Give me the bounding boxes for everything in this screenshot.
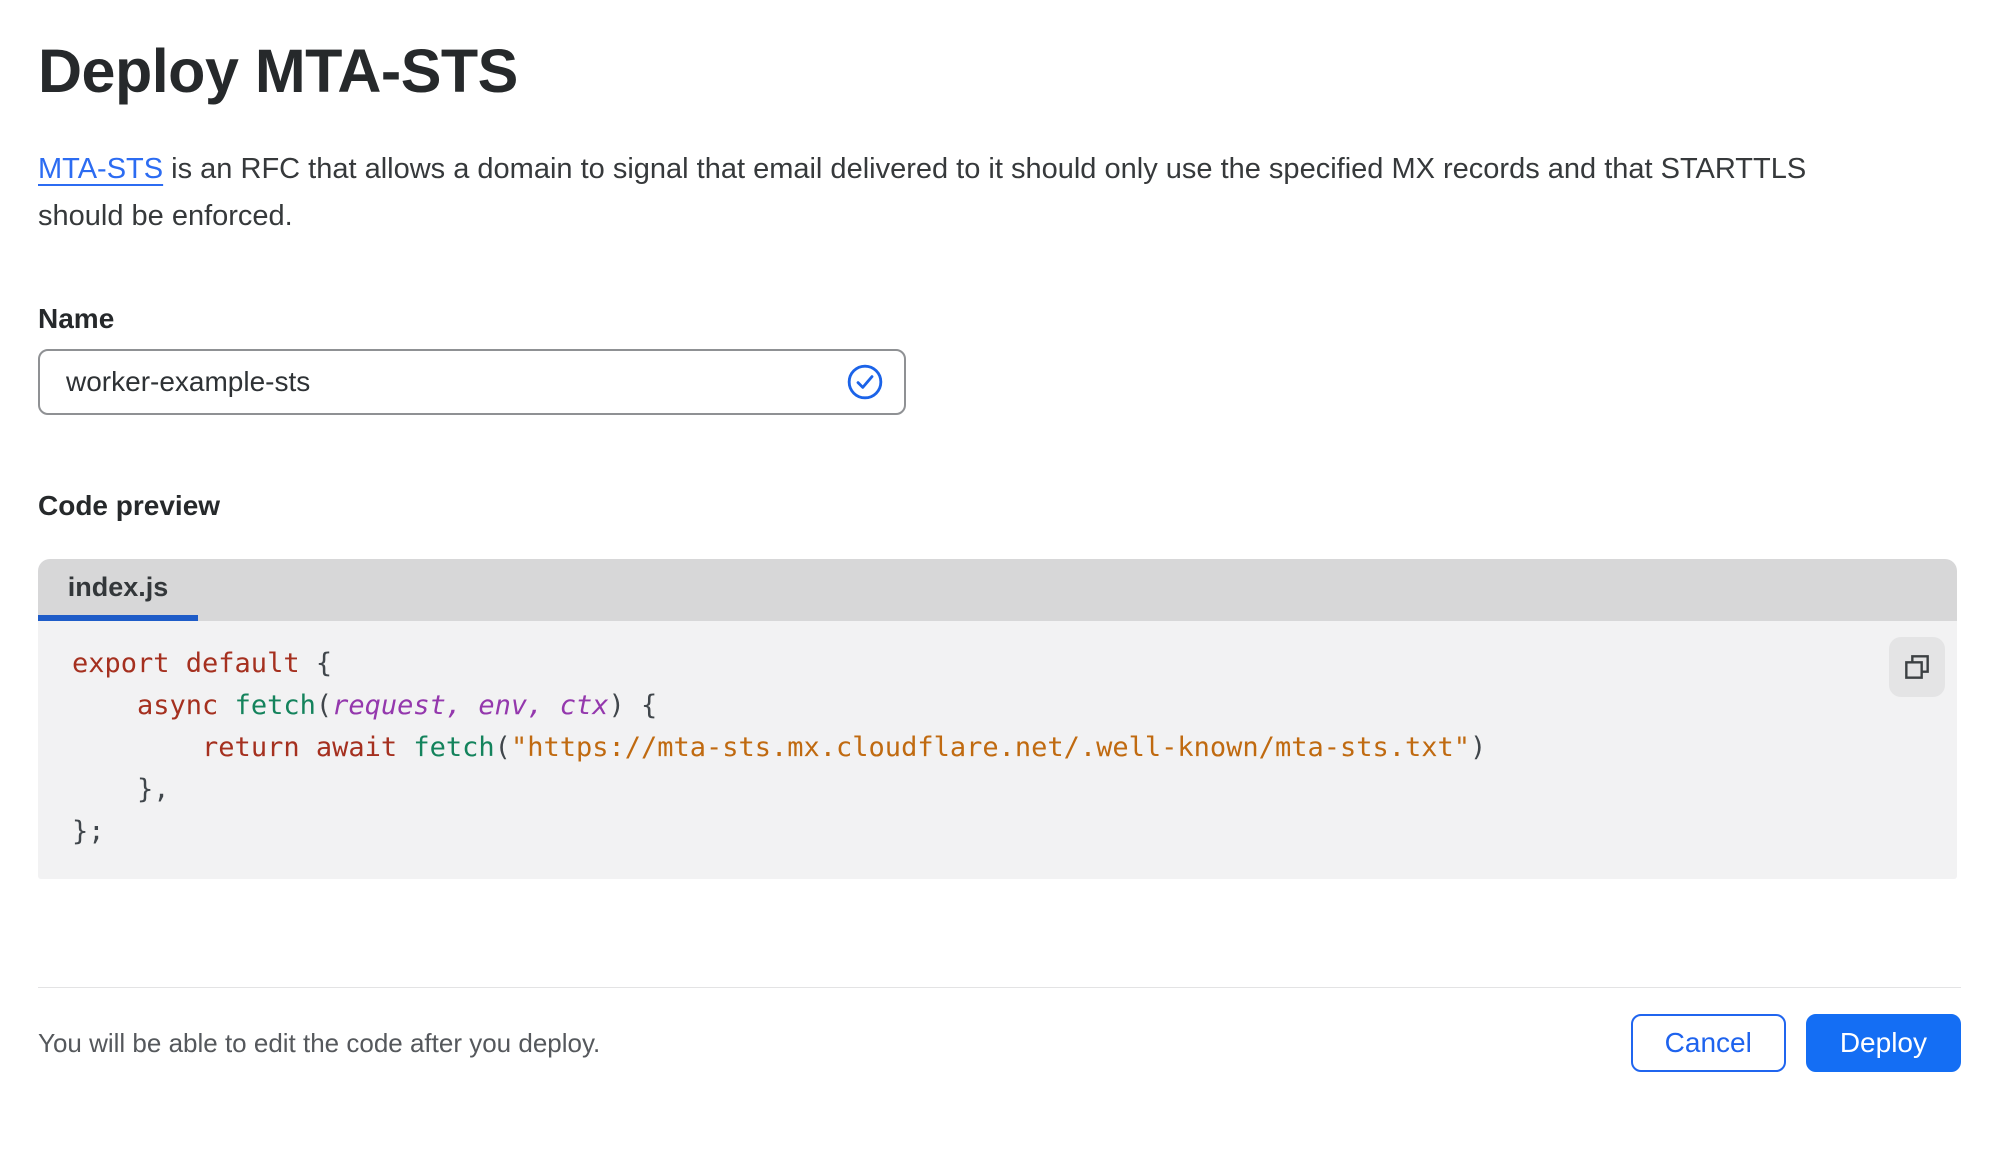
name-input[interactable] xyxy=(66,366,846,398)
footer-actions: Cancel Deploy xyxy=(1630,1014,1961,1072)
mta-sts-link[interactable]: MTA-STS xyxy=(38,153,163,185)
tab-index-js[interactable]: index.js xyxy=(38,559,198,621)
name-label: Name xyxy=(38,303,115,334)
description-text-line2: should be enforced. xyxy=(38,200,293,232)
footer: You will be able to edit the code after … xyxy=(38,987,1961,1072)
page-title: Deploy MTA-STS xyxy=(38,37,518,105)
cancel-button[interactable]: Cancel xyxy=(1630,1014,1786,1072)
deploy-mta-sts-page: Deploy MTA-STS MTA-STS is an RFC that al… xyxy=(0,36,1999,1072)
name-input-container xyxy=(38,349,906,415)
tab-label: index.js xyxy=(67,571,169,602)
check-circle-icon xyxy=(846,363,884,401)
footer-note: You will be able to edit the code after … xyxy=(38,1027,601,1058)
copy-button[interactable] xyxy=(1889,637,1945,697)
code-tabbar: index.js xyxy=(38,559,1957,621)
copy-icon xyxy=(1905,655,1929,679)
description-text: is an RFC that allows a domain to signal… xyxy=(163,153,1807,185)
code-preview-label: Code preview xyxy=(38,490,221,521)
code-content: export default { async fetch(request, en… xyxy=(72,648,1487,847)
code-editor: export default { async fetch(request, en… xyxy=(38,621,1957,879)
deploy-button[interactable]: Deploy xyxy=(1805,1014,1961,1072)
code-preview-block: index.js export default { async fetch(re… xyxy=(38,559,1957,879)
description: MTA-STS is an RFC that allows a domain t… xyxy=(38,146,1958,240)
